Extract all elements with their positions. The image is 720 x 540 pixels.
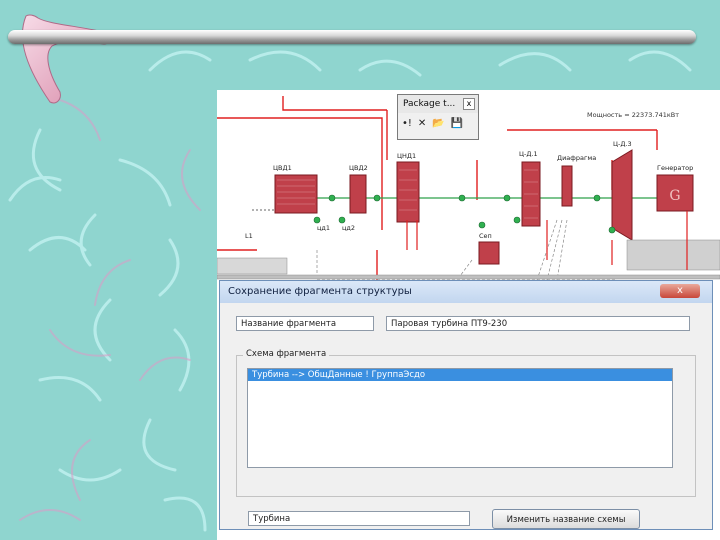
label-cd1: Ц-Д.1 <box>519 150 538 158</box>
label-cvd2: ЦВД2 <box>349 164 368 172</box>
scheme-groupbox: Схема фрагмента Турбина --> ОбщДанные ! … <box>236 349 696 497</box>
scheme-listbox[interactable]: Турбина --> ОбщДанные ! ГруппаЭсдо <box>247 368 673 468</box>
cvd1-block[interactable] <box>274 174 318 214</box>
diaphragm-block[interactable] <box>561 165 573 207</box>
dialog-title: Сохранение фрагмента структуры <box>220 281 712 303</box>
label-cd3: Ц-Д.3 <box>613 140 632 148</box>
generator-glyph: G <box>669 188 680 204</box>
label-l1: L1 <box>245 232 253 240</box>
save-disk-icon[interactable]: 💾 <box>451 118 463 130</box>
save-fragment-dialog: Сохранение фрагмента структуры x Названи… <box>219 280 713 530</box>
scheme-group-label: Схема фрагмента <box>243 349 330 359</box>
cnd1-block[interactable] <box>396 161 420 223</box>
delete-tool-icon[interactable]: ✕ <box>418 118 426 130</box>
label-cvd1: ЦВД1 <box>273 164 292 172</box>
pointer-tool-icon[interactable]: •! <box>402 118 412 130</box>
label-cnd1: ЦНД1 <box>397 152 416 160</box>
cd3-block[interactable] <box>611 149 633 241</box>
label-cd-small2: цд2 <box>342 224 355 232</box>
open-folder-icon[interactable]: 📂 <box>432 118 444 130</box>
package-close-icon[interactable]: x <box>463 98 475 110</box>
label-cd-small1: цд1 <box>317 224 330 232</box>
fragment-name-label: Название фрагмента <box>236 316 374 331</box>
label-diaphragm: Диафрагма <box>557 154 596 162</box>
package-toolbar-tools: •! ✕ 📂 💾 <box>398 113 478 135</box>
power-readout: Мощность = 22373.741кВт <box>587 111 679 119</box>
rename-scheme-button[interactable]: Изменить название схемы <box>492 509 640 529</box>
dialog-close-button[interactable]: x <box>660 284 700 298</box>
cvd2-block[interactable] <box>349 174 367 214</box>
package-toolbar-window[interactable]: Package t... x •! ✕ 📂 💾 <box>397 94 479 140</box>
header-pipe-bar <box>8 30 696 44</box>
label-generator: Генератор <box>657 164 693 172</box>
list-item[interactable]: Турбина --> ОбщДанные ! ГруппаЭсдо <box>248 369 672 381</box>
label-sep: Сеп <box>479 232 492 240</box>
fragment-name-input[interactable]: Паровая турбина ПТ9-230 <box>386 316 690 331</box>
scheme-name-input[interactable]: Турбина <box>248 511 470 526</box>
boomerang-logo <box>22 14 111 104</box>
sep-block[interactable] <box>478 241 500 265</box>
dialog-body: Название фрагмента Паровая турбина ПТ9-2… <box>220 303 712 529</box>
